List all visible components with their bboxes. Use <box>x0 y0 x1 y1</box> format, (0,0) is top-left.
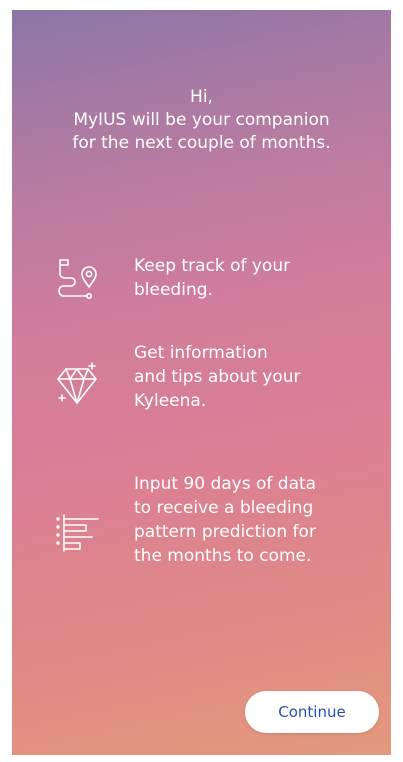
welcome-line-1: MyIUS will be your companion <box>73 110 330 130</box>
feature-track-text: Keep track of your bleeding. <box>134 254 290 302</box>
feature-text-line: pattern prediction for <box>134 522 316 542</box>
feature-text-line: bleeding. <box>134 280 213 300</box>
feature-information-text: Get information and tips about your Kyle… <box>134 341 301 413</box>
route-pin-icon <box>58 259 97 299</box>
welcome-greeting: Hi, <box>190 87 213 107</box>
feature-text-line: and tips about your <box>134 367 301 387</box>
welcome-line-2: for the next couple of months. <box>72 133 331 153</box>
pattern-chart-icon <box>56 514 99 552</box>
feature-text-line: Kyleena. <box>134 391 207 411</box>
feature-text-line: Input 90 days of data <box>134 474 317 494</box>
diamond-icon <box>57 362 97 404</box>
onboarding-screen: Hi, MyIUS will be your companion for the… <box>12 10 391 755</box>
welcome-header: Hi, MyIUS will be your companion for the… <box>12 86 391 155</box>
feature-text-line: to receive a bleeding <box>134 498 314 518</box>
feature-text-line: Get information <box>134 343 268 363</box>
feature-text-line: Keep track of your <box>134 256 291 276</box>
feature-prediction-text: Input 90 days of data to receive a bleed… <box>134 472 316 568</box>
continue-button[interactable]: Continue <box>245 691 379 733</box>
feature-text-line: the months to come. <box>134 546 312 566</box>
